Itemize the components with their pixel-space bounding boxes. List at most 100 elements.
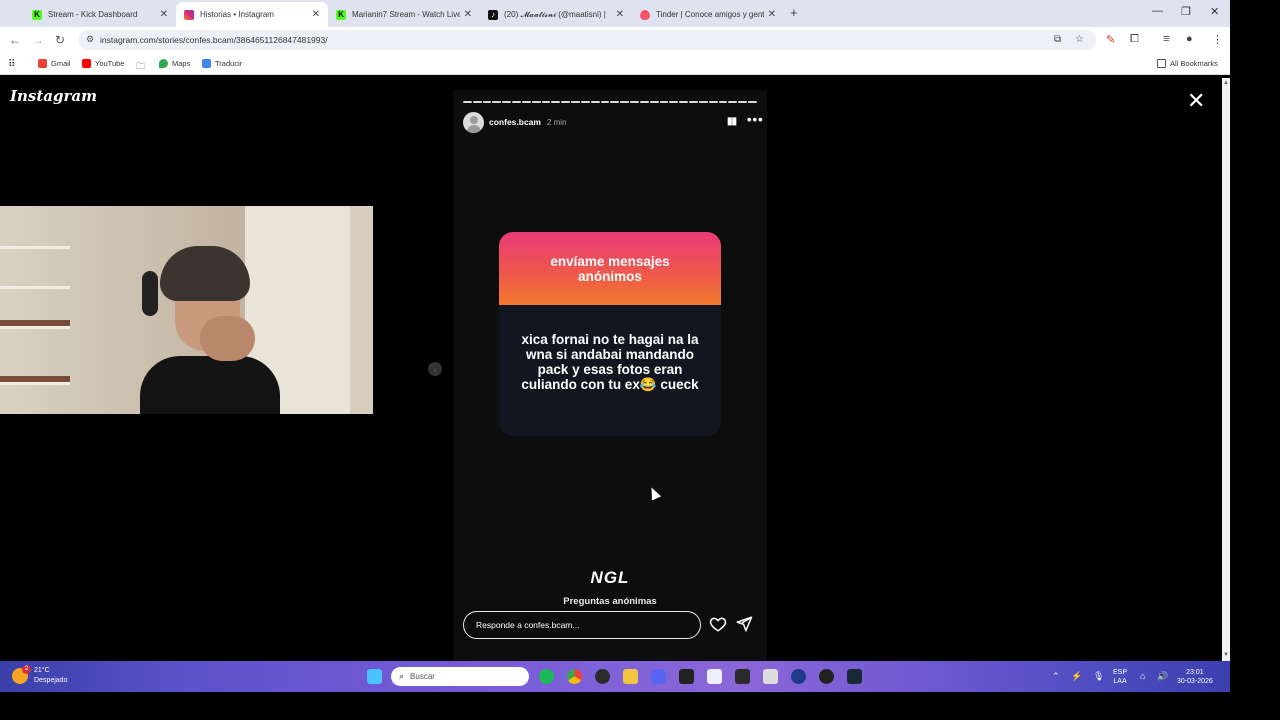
tab-tiktok[interactable]: ♪ (20) 𝓜𝓪𝓪𝓽𝓲𝓼𝓷𝓲 (@maatisni) | ✕ [480, 2, 632, 27]
file-explorer-icon[interactable] [623, 669, 638, 684]
close-tab-icon[interactable]: ✕ [160, 9, 168, 20]
more-options-icon[interactable]: ••• [747, 112, 764, 127]
bookmark-gmail[interactable]: Gmail [38, 59, 71, 68]
spotify-icon[interactable] [539, 669, 554, 684]
all-bookmarks-label: All Bookmarks [1170, 59, 1218, 68]
wifi-icon[interactable]: ⌂ [1140, 671, 1145, 681]
windows-start-icon[interactable] [367, 669, 382, 684]
progress-segment [620, 101, 630, 103]
media-controls-icon[interactable]: ≡ [1163, 33, 1169, 45]
clock[interactable]: 23:01 30-03-2026 [1177, 668, 1213, 686]
scroll-up-icon[interactable]: ▲ [1223, 80, 1229, 86]
bookmark-label: Maps [172, 59, 191, 68]
heart-icon[interactable] [709, 615, 727, 633]
instagram-logo[interactable]: Instagram [10, 87, 97, 105]
address-bar[interactable]: ⚙ instagram.com/stories/confes.bcam/3864… [78, 30, 1096, 50]
close-tab-icon[interactable]: ✕ [616, 9, 624, 20]
epic-games-icon[interactable] [735, 669, 750, 684]
profile-avatar-icon[interactable]: ● [1186, 33, 1193, 45]
send-icon[interactable] [735, 615, 753, 633]
close-story-button[interactable]: ✕ [1187, 90, 1205, 112]
progress-segment [738, 101, 748, 103]
new-tab-button[interactable]: + [790, 5, 798, 20]
tab-title: Historias • Instagram [200, 10, 274, 19]
steam-icon[interactable] [847, 669, 862, 684]
extensions-puzzle-icon[interactable]: ⧠ [1130, 33, 1139, 46]
tab-title: Stream - Kick Dashboard [48, 10, 138, 19]
avatar[interactable] [463, 111, 484, 133]
youtube-icon [82, 59, 91, 68]
tray-chevron-icon[interactable]: ⌃ [1052, 671, 1060, 682]
pause-icon[interactable]: ▮▮ [727, 116, 737, 127]
anonymous-message: xica fornai no te hagai na la wna si and… [521, 332, 699, 392]
minimize-button[interactable]: — [1152, 5, 1163, 17]
tab-title: Tinder | Conoce amigos y gente [656, 10, 764, 19]
ngl-logo: NGL [590, 568, 630, 587]
site-info-icon[interactable]: ⚙ [86, 34, 94, 45]
menu-kebab-icon[interactable]: ⋮ [1212, 33, 1223, 46]
taskbar-search[interactable]: ⌕ Buscar [391, 667, 529, 686]
store-icon[interactable] [707, 669, 722, 684]
tab-kick-stream[interactable]: K Marianin7 Stream - Watch Live ✕ [328, 2, 480, 27]
obs-icon[interactable] [595, 669, 610, 684]
bookmarks-bar: ⠿ Gmail YouTube 🗀 Maps Traducir All Book… [0, 53, 1230, 75]
weather-temp: 21°C [34, 667, 50, 674]
chrome-icon[interactable] [567, 669, 582, 684]
screen: K Stream - Kick Dashboard ✕ Historias • … [0, 0, 1280, 720]
tiktok-icon: ♪ [488, 9, 498, 20]
bookmark-traducir[interactable]: Traducir [202, 59, 242, 68]
progress-segment [708, 101, 718, 103]
tab-kick-dashboard[interactable]: K Stream - Kick Dashboard ✕ [24, 2, 176, 27]
progress-segment [512, 101, 521, 103]
forward-button[interactable]: → [32, 33, 44, 47]
clock-date: 30-03-2026 [1177, 678, 1213, 685]
reload-button[interactable]: ↻ [55, 33, 65, 47]
instagram-story-viewer: Instagram ✕ ‹ confes.bcam 2 min ▮▮ ••• e… [0, 78, 1222, 661]
tab-instagram[interactable]: Historias • Instagram ✕ [176, 2, 328, 27]
weather-widget[interactable]: 2 21°C Despejado [12, 665, 67, 686]
close-window-button[interactable]: ✕ [1210, 5, 1219, 18]
reply-input[interactable]: Responde a confes.bcam... [463, 611, 701, 639]
scroll-down-icon[interactable]: ▼ [1223, 652, 1229, 658]
install-app-icon[interactable]: ⧉ [1054, 34, 1061, 45]
ngl-subtitle: Preguntas anónimas [563, 596, 657, 607]
restore-button[interactable]: ❐ [1181, 5, 1191, 18]
discord-icon[interactable] [651, 669, 666, 684]
browser-toolbar: ← → ↻ ⚙ instagram.com/stories/confes.bca… [0, 27, 1230, 53]
app-icon[interactable] [819, 669, 834, 684]
progress-segment [718, 101, 728, 103]
bookmark-label: YouTube [95, 59, 125, 68]
bookmark-youtube[interactable]: YouTube [82, 59, 124, 68]
apps-grid-icon[interactable]: ⠿ [8, 59, 15, 70]
bookmark-maps[interactable]: Maps [159, 59, 190, 68]
app-icon[interactable] [763, 669, 778, 684]
volume-icon[interactable]: 🔊 [1157, 671, 1168, 682]
story-progress-bar [463, 101, 757, 103]
tab-tinder[interactable]: Tinder | Conoce amigos y gente ✕ [632, 2, 784, 27]
back-button[interactable]: ← [9, 33, 21, 47]
previous-story-button[interactable]: ‹ [428, 362, 442, 376]
progress-segment [669, 101, 679, 103]
search-icon: ⌕ [399, 671, 405, 681]
sun-icon: 2 [12, 665, 31, 684]
progress-segment [463, 101, 472, 103]
progress-segment [571, 101, 580, 103]
bookmark-label: Gmail [51, 59, 71, 68]
ea-app-icon[interactable] [791, 669, 806, 684]
language-indicator[interactable]: ESP LAA [1113, 668, 1127, 686]
extension-icon[interactable]: ✎ [1106, 33, 1115, 46]
close-tab-icon[interactable]: ✕ [768, 9, 776, 20]
all-bookmarks-button[interactable]: All Bookmarks [1157, 59, 1218, 68]
network-icon[interactable]: ⚡ [1071, 671, 1082, 682]
close-tab-icon[interactable]: ✕ [312, 9, 320, 20]
app-icon[interactable] [679, 669, 694, 684]
close-tab-icon[interactable]: ✕ [464, 9, 472, 20]
folder-icon[interactable]: 🗀 [136, 59, 145, 75]
tab-title: Marianin7 Stream - Watch Live [352, 10, 460, 19]
search-label: Buscar [410, 672, 435, 681]
story-username[interactable]: confes.bcam [489, 117, 541, 127]
progress-segment [630, 101, 639, 103]
bookmark-star-icon[interactable]: ☆ [1075, 34, 1084, 45]
microphone-icon[interactable]: 🎙 [1093, 671, 1104, 682]
page-scrollbar[interactable] [1222, 78, 1230, 661]
